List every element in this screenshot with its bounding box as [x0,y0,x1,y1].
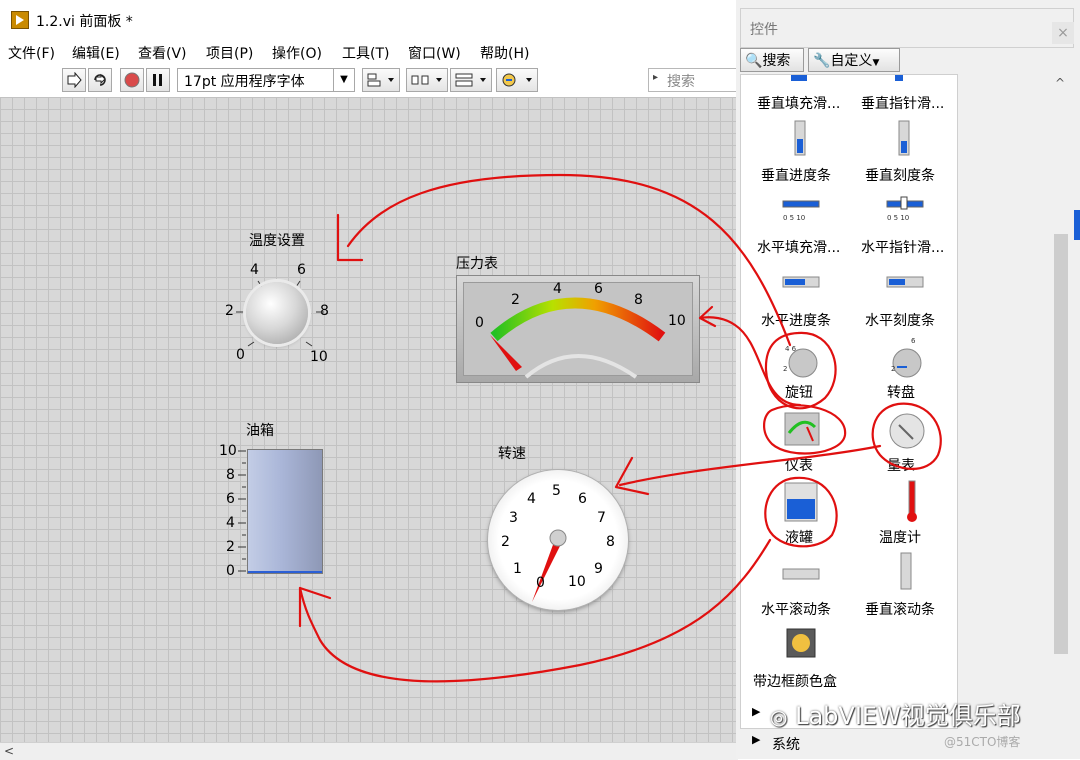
watermark: ◎ LabVIEW视觉俱乐部 [770,696,1021,731]
watermark-site: @51CTO博客 [944,735,1021,749]
wechat-icon: ◎ [770,705,788,729]
red-annotation-overlay [298,173,942,683]
watermark-text: LabVIEW视觉俱乐部 [795,702,1021,730]
